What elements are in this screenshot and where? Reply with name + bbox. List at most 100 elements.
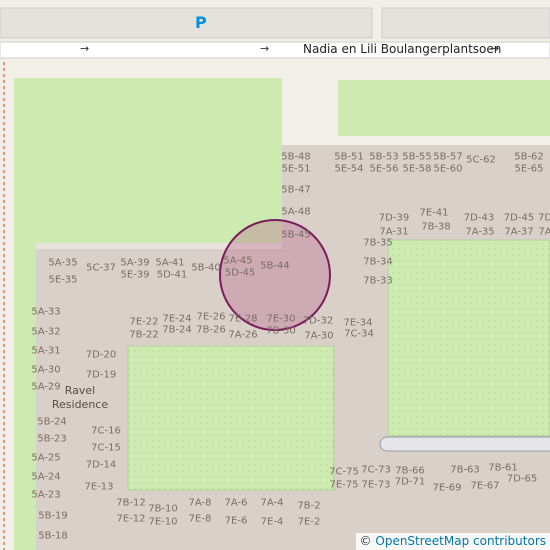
house-number-label: 5B-18 xyxy=(38,530,68,542)
house-number-label: 5E-39 xyxy=(120,269,150,281)
house-number-label: 5A-33 xyxy=(31,306,61,318)
house-number-label: 7A-4 xyxy=(260,497,284,509)
house-number-label: 5A-45 xyxy=(223,255,253,267)
house-number-label: 7A-37 xyxy=(504,226,534,238)
house-number-label: 7E-75 xyxy=(329,479,359,491)
house-number-label: 5B-47 xyxy=(281,184,311,196)
courtyard-garden xyxy=(127,345,335,491)
house-number-label: 7A-8 xyxy=(188,497,212,509)
house-number-label: 7B-34 xyxy=(363,256,393,268)
house-number-label: 7C-15 xyxy=(91,442,121,454)
house-number-label: 7D-43 xyxy=(463,212,495,224)
house-number-label: 7E-34 xyxy=(343,317,373,329)
house-number-label: 7A xyxy=(538,226,550,238)
house-number-label: 7E-10 xyxy=(148,516,178,528)
house-number-label: 7D-32 xyxy=(302,315,334,327)
copyright-symbol: © xyxy=(359,534,372,548)
house-number-label: 5C-37 xyxy=(86,262,116,274)
house-number-label: 7E-24 xyxy=(162,313,192,325)
house-number-label: 5B-24 xyxy=(37,416,67,428)
house-number-label: 7B-30 xyxy=(266,325,296,337)
house-number-label: 7E-28 xyxy=(228,313,258,325)
house-number-label: 5B-48 xyxy=(281,151,311,163)
house-number-label: 7C-75 xyxy=(329,466,359,478)
house-number-label: 7E-26 xyxy=(196,311,226,323)
house-number-label: 7B-22 xyxy=(129,329,159,341)
house-number-label: 7D-14 xyxy=(85,459,117,471)
osm-contributors-link[interactable]: OpenStreetMap contributors xyxy=(375,534,546,548)
street-label: Nadia en Lili Boulangerplantsoen xyxy=(303,42,502,56)
map-canvas[interactable]: P → → → Nadia en Lili Boulangerplantsoen… xyxy=(0,0,550,550)
house-number-label: 5E-51 xyxy=(281,163,311,175)
house-number-label: 7B-12 xyxy=(116,497,146,509)
water-channel xyxy=(379,436,550,452)
house-number-label: 5A-24 xyxy=(31,471,61,483)
house-number-label: 5E-35 xyxy=(48,274,78,286)
house-number-label: 7D-65 xyxy=(506,473,538,485)
house-number-label: 5E-60 xyxy=(433,163,463,175)
house-number-label: 5A-41 xyxy=(155,257,185,269)
house-number-label: 7E-67 xyxy=(470,480,500,492)
house-number-label: 5A-32 xyxy=(31,326,61,338)
house-number-label: 7D-71 xyxy=(394,476,426,488)
house-number-label: 7D-39 xyxy=(378,212,410,224)
house-number-label: 7D-45 xyxy=(503,212,535,224)
house-number-label: 5B-44 xyxy=(260,260,290,272)
house-number-label: 7A-30 xyxy=(304,330,334,342)
house-number-label: 7B-2 xyxy=(297,500,321,512)
house-number-label: 5B-57 xyxy=(433,151,463,163)
house-number-label: 5D-41 xyxy=(156,269,188,281)
house-number-label: 5E-65 xyxy=(514,163,544,175)
house-number-label: 7C-16 xyxy=(91,425,121,437)
house-number-label: 5A-23 xyxy=(31,489,61,501)
house-number-label: 7B-66 xyxy=(395,465,425,477)
house-number-label: 7B-33 xyxy=(363,275,393,287)
house-number-label: 7E-12 xyxy=(116,513,146,525)
house-number-label: 5A-29 xyxy=(31,381,61,393)
house-number-label: 5B-40 xyxy=(191,262,221,274)
house-number-label: 5A-35 xyxy=(48,257,78,269)
house-number-label: 5A-31 xyxy=(31,345,61,357)
house-number-label: 7E-22 xyxy=(129,316,159,328)
house-number-label: 5A-30 xyxy=(31,364,61,376)
house-number-label: 5A-39 xyxy=(120,257,150,269)
house-number-label: 7B-35 xyxy=(363,237,393,249)
house-number-label: 5B-51 xyxy=(334,151,364,163)
house-number-label: 5B-23 xyxy=(37,433,67,445)
house-number-label: 5A-25 xyxy=(31,452,61,464)
house-number-label: 5B-55 xyxy=(402,151,432,163)
house-number-label: 5C-62 xyxy=(466,154,496,166)
house-number-label: 7E-30 xyxy=(266,313,296,325)
parking-icon: P xyxy=(195,13,207,32)
house-number-label: 7E-13 xyxy=(84,481,114,493)
house-number-label: 5E-54 xyxy=(334,163,364,175)
house-number-label: 5B-19 xyxy=(38,510,68,522)
oneway-arrow-icon: → xyxy=(80,42,90,55)
house-number-label: 5D-45 xyxy=(224,267,256,279)
courtyard-right xyxy=(387,239,550,437)
grass-top-left xyxy=(14,78,282,244)
house-number-label: 7D-20 xyxy=(85,349,117,361)
house-number-label: 7A-6 xyxy=(224,497,248,509)
attribution: © OpenStreetMap contributors xyxy=(355,533,550,550)
house-number-label: 7D-19 xyxy=(85,369,117,381)
house-number-label: 7E-41 xyxy=(419,207,449,219)
house-number-label: 5E-56 xyxy=(369,163,399,175)
house-number-label: 7E-8 xyxy=(188,513,212,525)
house-number-label: 5E-58 xyxy=(402,163,432,175)
house-number-label: 7A-26 xyxy=(228,329,258,341)
house-number-label: 7E-73 xyxy=(361,479,391,491)
house-number-label: 7C-34 xyxy=(344,328,374,340)
parking-area xyxy=(0,7,373,39)
grass-top-right xyxy=(338,80,550,136)
house-number-label: 7B-61 xyxy=(488,462,518,474)
house-number-label: 5B-62 xyxy=(514,151,544,163)
house-number-label: 5B-45 xyxy=(281,229,311,241)
house-number-label: 7E-6 xyxy=(224,515,248,527)
house-number-label: 7D xyxy=(537,212,550,224)
house-number-label: 7B-63 xyxy=(450,464,480,476)
house-number-label: 7B-38 xyxy=(421,221,451,233)
house-number-label: 7E-69 xyxy=(432,482,462,494)
house-number-label: 7C-73 xyxy=(361,464,391,476)
house-number-label: 7A-35 xyxy=(465,226,495,238)
